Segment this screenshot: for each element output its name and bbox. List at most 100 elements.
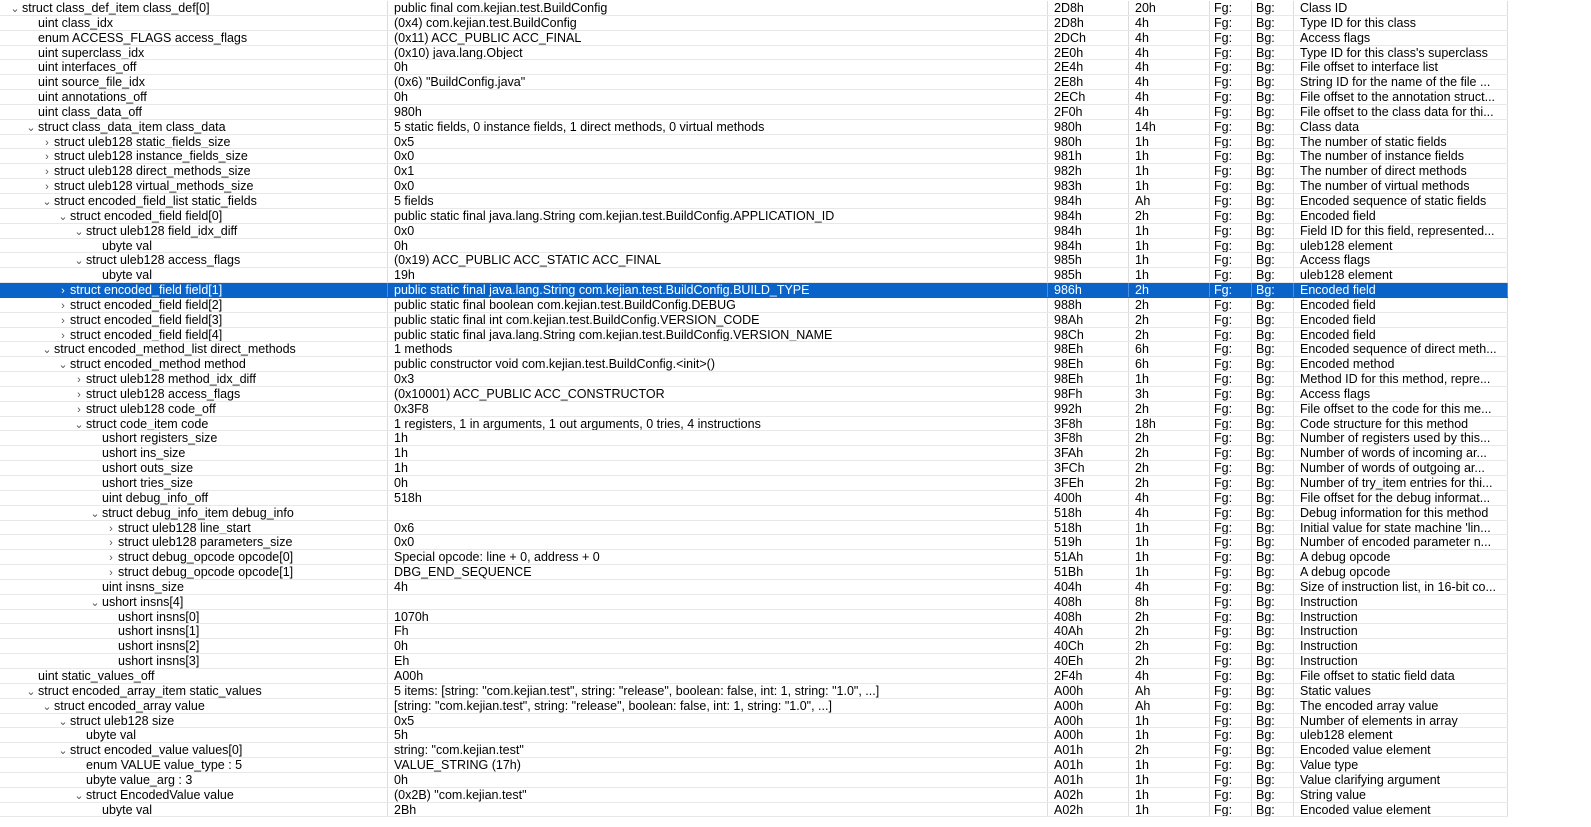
value-cell[interactable]: (0x2B) "com.kejian.test" [388, 787, 1048, 802]
value-cell[interactable]: public static final int com.kejian.test.… [388, 312, 1048, 327]
fg-color-cell[interactable]: Fg: [1210, 609, 1252, 624]
value-cell[interactable]: 0x0 [388, 149, 1048, 164]
tree-row[interactable]: › struct debug_opcode opcode[1] DBG_END_SE… [0, 565, 1508, 580]
value-cell[interactable]: 0x5 [388, 713, 1048, 728]
value-cell[interactable]: public final com.kejian.test.BuildConfig [388, 1, 1048, 15]
expand-chevron-down-icon[interactable]: ⌄ [88, 596, 102, 609]
fg-color-cell[interactable]: Fg: [1210, 297, 1252, 312]
tree-row[interactable]: ushort insns[1] Fh 40Ah 2h Fg: Bg: Instruction [0, 624, 1508, 640]
fg-color-cell[interactable]: Fg: [1210, 179, 1252, 193]
tree-row[interactable]: › struct encoded_field field[1] public sta… [0, 283, 1508, 298]
fg-color-cell[interactable]: Fg: [1210, 772, 1252, 787]
fg-color-cell[interactable]: Fg: [1210, 535, 1252, 550]
fg-color-cell[interactable]: Fg: [1210, 565, 1252, 579]
value-cell[interactable]: public static final java.lang.String com… [388, 208, 1048, 223]
tree-row[interactable]: uint annotations_off 0h 2ECh 4h Fg: Bg: File o… [0, 90, 1508, 105]
value-cell[interactable] [388, 594, 1048, 609]
tree-row[interactable]: › struct debug_opcode opcode[0] Special op… [0, 550, 1508, 566]
bg-color-cell[interactable]: Bg: [1252, 758, 1294, 772]
value-cell[interactable]: 0x3 [388, 372, 1048, 386]
value-cell[interactable]: (0x10) java.lang.Object [388, 45, 1048, 60]
collapse-chevron-right-icon[interactable]: › [72, 403, 86, 416]
bg-color-cell[interactable]: Bg: [1252, 490, 1294, 505]
collapse-chevron-right-icon[interactable]: › [72, 388, 86, 401]
fg-color-cell[interactable]: Fg: [1210, 683, 1252, 698]
fg-color-cell[interactable]: Fg: [1210, 30, 1252, 45]
expand-chevron-down-icon[interactable]: ⌄ [40, 700, 54, 713]
fg-color-cell[interactable]: Fg: [1210, 372, 1252, 386]
tree-row[interactable]: › struct uleb128 method_idx_diff 0x3 98Eh 1h… [0, 372, 1508, 387]
value-cell[interactable]: [string: "com.kejian.test", string: "rel… [388, 698, 1048, 713]
fg-color-cell[interactable]: Fg: [1210, 119, 1252, 134]
value-cell[interactable]: 19h [388, 268, 1048, 283]
bg-color-cell[interactable]: Bg: [1252, 283, 1294, 297]
fg-color-cell[interactable]: Fg: [1210, 193, 1252, 208]
fg-color-cell[interactable]: Fg: [1210, 238, 1252, 253]
bg-color-cell[interactable]: Bg: [1252, 90, 1294, 104]
tree-row[interactable]: › struct uleb128 static_fields_size 0x5 980… [0, 134, 1508, 150]
value-cell[interactable]: (0x19) ACC_PUBLIC ACC_STATIC ACC_FINAL [388, 253, 1048, 268]
expand-chevron-down-icon[interactable]: ⌄ [56, 744, 70, 757]
fg-color-cell[interactable]: Fg: [1210, 401, 1252, 416]
tree-row[interactable]: ubyte val 19h 985h 1h Fg: Bg: uleb128 element [0, 268, 1508, 284]
fg-color-cell[interactable]: Fg: [1210, 60, 1252, 75]
bg-color-cell[interactable]: Bg: [1252, 535, 1294, 550]
value-cell[interactable]: 0h [388, 238, 1048, 253]
value-cell[interactable]: DBG_END_SEQUENCE [388, 565, 1048, 579]
value-cell[interactable]: 1h [388, 446, 1048, 461]
value-cell[interactable]: 1 registers, 1 in arguments, 1 out argum… [388, 416, 1048, 431]
fg-color-cell[interactable]: Fg: [1210, 357, 1252, 372]
expand-chevron-down-icon[interactable]: ⌄ [72, 254, 86, 267]
value-cell[interactable]: 1070h [388, 609, 1048, 624]
fg-color-cell[interactable]: Fg: [1210, 594, 1252, 609]
tree-row[interactable]: uint source_file_idx (0x6) "BuildConfig.j… [0, 75, 1508, 91]
value-cell[interactable]: 4h [388, 579, 1048, 594]
bg-color-cell[interactable]: Bg: [1252, 238, 1294, 253]
expand-chevron-down-icon[interactable]: ⌄ [24, 121, 38, 134]
tree-row[interactable]: ubyte val 0h 984h 1h Fg: Bg: uleb128 element [0, 238, 1508, 254]
value-cell[interactable]: (0x4) com.kejian.test.BuildConfig [388, 15, 1048, 30]
expand-chevron-down-icon[interactable]: ⌄ [24, 685, 38, 698]
value-cell[interactable]: 0h [388, 639, 1048, 654]
value-cell[interactable]: 5h [388, 728, 1048, 743]
bg-color-cell[interactable]: Bg: [1252, 342, 1294, 357]
bg-color-cell[interactable]: Bg: [1252, 505, 1294, 520]
bg-color-cell[interactable]: Bg: [1252, 431, 1294, 446]
tree-row[interactable]: uint insns_size 4h 404h 4h Fg: Bg: Size of ins… [0, 579, 1508, 595]
fg-color-cell[interactable]: Fg: [1210, 624, 1252, 639]
fg-color-cell[interactable]: Fg: [1210, 490, 1252, 505]
tree-row[interactable]: ⌄ struct EncodedValue value (0x2B) "com.ke… [0, 787, 1508, 803]
tree-row[interactable]: ⌄ struct encoded_method method public cons… [0, 357, 1508, 373]
bg-color-cell[interactable]: Bg: [1252, 728, 1294, 743]
value-cell[interactable]: 0x0 [388, 535, 1048, 550]
value-cell[interactable]: public constructor void com.kejian.test.… [388, 357, 1048, 372]
bg-color-cell[interactable]: Bg: [1252, 30, 1294, 45]
value-cell[interactable]: (0x6) "BuildConfig.java" [388, 75, 1048, 90]
value-cell[interactable]: VALUE_STRING (17h) [388, 758, 1048, 772]
tree-row[interactable]: uint class_data_off 980h 2F0h 4h Fg: Bg: File … [0, 104, 1508, 120]
tree-row[interactable]: ⌄ struct encoded_array_item static_values… [0, 683, 1508, 699]
tree-row[interactable]: ⌄ struct encoded_method_list direct_metho… [0, 342, 1508, 358]
value-cell[interactable]: 0h [388, 90, 1048, 104]
bg-color-cell[interactable]: Bg: [1252, 476, 1294, 490]
fg-color-cell[interactable]: Fg: [1210, 342, 1252, 357]
collapse-chevron-right-icon[interactable]: › [40, 150, 54, 163]
bg-color-cell[interactable]: Bg: [1252, 312, 1294, 327]
bg-color-cell[interactable]: Bg: [1252, 149, 1294, 164]
bg-color-cell[interactable]: Bg: [1252, 713, 1294, 728]
value-cell[interactable]: 0x1 [388, 164, 1048, 179]
fg-color-cell[interactable]: Fg: [1210, 134, 1252, 149]
value-cell[interactable]: 518h [388, 490, 1048, 505]
bg-color-cell[interactable]: Bg: [1252, 579, 1294, 594]
expand-chevron-down-icon[interactable]: ⌄ [40, 195, 54, 208]
bg-color-cell[interactable]: Bg: [1252, 327, 1294, 342]
collapse-chevron-right-icon[interactable]: › [104, 566, 118, 579]
expand-chevron-down-icon[interactable]: ⌄ [56, 210, 70, 223]
bg-color-cell[interactable]: Bg: [1252, 193, 1294, 208]
tree-row[interactable]: ⌄ struct uleb128 size 0x5 A00h 1h Fg: Bg: Numbe… [0, 713, 1508, 729]
tree-row[interactable]: ⌄ struct uleb128 access_flags (0x19) ACC_P… [0, 253, 1508, 269]
bg-color-cell[interactable]: Bg: [1252, 772, 1294, 787]
fg-color-cell[interactable]: Fg: [1210, 713, 1252, 728]
bg-color-cell[interactable]: Bg: [1252, 1, 1294, 15]
fg-color-cell[interactable]: Fg: [1210, 416, 1252, 431]
